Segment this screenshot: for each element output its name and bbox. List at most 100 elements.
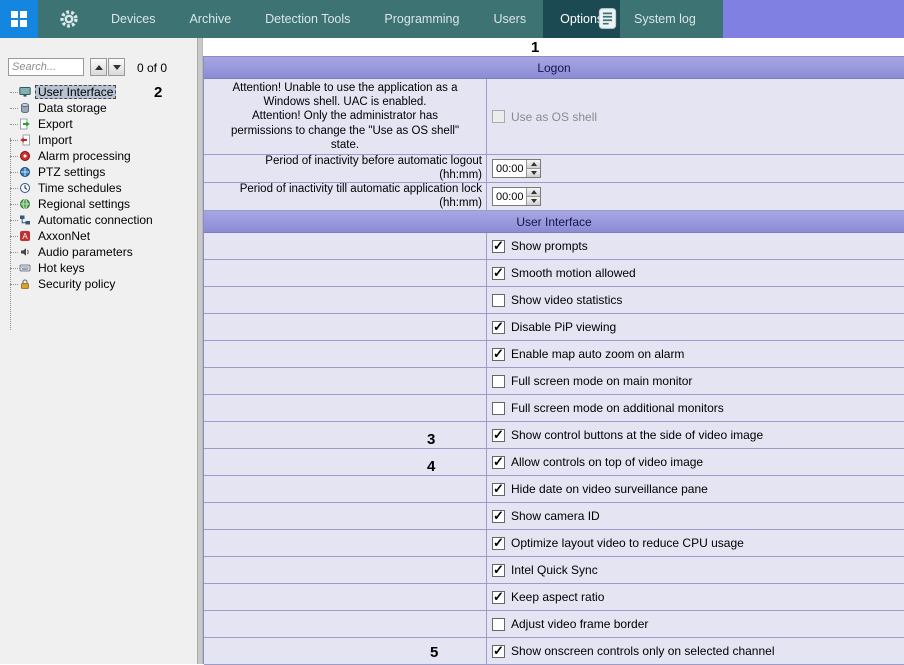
spin-down-icon (531, 199, 537, 203)
sidebar-item-automatic-connection[interactable]: Automatic connection (4, 212, 194, 228)
annotation-callout-1: 1 (531, 39, 539, 56)
keyboard-icon (19, 262, 31, 274)
menu-item-archive[interactable]: Archive (172, 0, 248, 38)
option-row-optimize-layout: Optimize layout video to reduce CPU usag… (204, 530, 904, 557)
axxonnet-icon: A (19, 230, 31, 242)
sidebar-item-label: Automatic connection (35, 213, 156, 227)
auto-logout-value[interactable]: 00:00 (493, 160, 526, 177)
option-checkbox[interactable] (492, 267, 505, 280)
sidebar-item-audio-parameters[interactable]: Audio parameters (4, 244, 194, 260)
auto-logout-spinbox[interactable]: 00:00 (492, 159, 541, 178)
app-launcher-button[interactable] (0, 0, 38, 38)
menu-item-users[interactable]: Users (476, 0, 543, 38)
option-checkbox[interactable] (492, 564, 505, 577)
option-checkbox[interactable] (492, 429, 505, 442)
sidebar-item-label: Data storage (35, 101, 110, 115)
option-label: Smooth motion allowed (511, 266, 636, 280)
option-checkbox[interactable] (492, 348, 505, 361)
topbar-accent-panel (723, 0, 904, 38)
sidebar-item-label: Regional settings (35, 197, 133, 211)
lock-icon (19, 278, 31, 290)
auto-lock-row: Period of inactivity till automatic appl… (204, 183, 904, 211)
option-row-map-auto-zoom: Enable map auto zoom on alarm (204, 341, 904, 368)
auto-logout-label: Period of inactivity before automatic lo… (204, 155, 487, 182)
sidebar-item-label: Export (35, 117, 76, 131)
sidebar-item-data-storage[interactable]: Data storage (4, 100, 194, 116)
option-label: Intel Quick Sync (511, 563, 598, 577)
sidebar-item-security-policy[interactable]: Security policy (4, 276, 194, 292)
option-label: Optimize layout video to reduce CPU usag… (511, 536, 744, 550)
auto-lock-value[interactable]: 00:00 (493, 188, 526, 205)
option-row-video-statistics: Show video statistics (204, 287, 904, 314)
option-label: Show onscreen controls only on selected … (511, 644, 775, 658)
option-label: Show video statistics (511, 293, 622, 307)
os-shell-warning-text: Attention! Unable to use the application… (204, 79, 487, 154)
option-row-disable-pip: Disable PiP viewing (204, 314, 904, 341)
option-row-hide-date: Hide date on video surveillance pane (204, 476, 904, 503)
system-log-button[interactable] (596, 7, 619, 35)
os-shell-row: Attention! Unable to use the application… (204, 79, 904, 155)
option-checkbox[interactable] (492, 375, 505, 388)
system-log-icon (596, 7, 619, 30)
option-checkbox[interactable] (492, 645, 505, 658)
ptz-icon (19, 166, 31, 178)
system-log-label[interactable]: System log (634, 0, 696, 38)
option-label: Full screen mode on main monitor (511, 374, 692, 388)
option-label: Full screen mode on additional monitors (511, 401, 724, 415)
option-checkbox[interactable] (492, 240, 505, 253)
option-checkbox[interactable] (492, 456, 505, 469)
os-shell-checkbox[interactable] (492, 110, 505, 123)
option-label: Adjust video frame border (511, 617, 648, 631)
option-checkbox[interactable] (492, 537, 505, 550)
auto-lock-label: Period of inactivity till automatic appl… (204, 183, 487, 210)
search-prev-button[interactable] (90, 58, 107, 76)
speaker-icon (19, 246, 31, 258)
option-row-onscreen-controls-selected: Show onscreen controls only on selected … (204, 638, 904, 665)
search-next-button[interactable] (108, 58, 125, 76)
option-label: Hide date on video surveillance pane (511, 482, 708, 496)
menu-item-devices[interactable]: Devices (94, 0, 172, 38)
storage-icon (19, 102, 31, 114)
option-checkbox[interactable] (492, 402, 505, 415)
svg-text:A: A (22, 232, 28, 241)
option-row-smooth-motion: Smooth motion allowed (204, 260, 904, 287)
annotation-callout-2: 2 (154, 84, 162, 101)
sidebar-item-alarm-processing[interactable]: Alarm processing (4, 148, 194, 164)
settings-gear-button[interactable] (56, 8, 82, 30)
spinner-buttons[interactable] (526, 160, 540, 177)
user-interface-section-header: User Interface (204, 211, 904, 233)
sidebar-item-label: Import (35, 133, 75, 147)
application-window: Devices Archive Detection Tools Programm… (0, 0, 904, 664)
option-label: Keep aspect ratio (511, 590, 604, 604)
option-checkbox[interactable] (492, 294, 505, 307)
sidebar-item-import[interactable]: Import (4, 132, 194, 148)
menu-item-detection-tools[interactable]: Detection Tools (248, 0, 367, 38)
option-row-show-camera-id: Show camera ID (204, 503, 904, 530)
option-row-adjust-frame-border: Adjust video frame border (204, 611, 904, 638)
gear-icon (58, 8, 80, 30)
sidebar-item-time-schedules[interactable]: Time schedules (4, 180, 194, 196)
option-checkbox[interactable] (492, 483, 505, 496)
sidebar-item-label: AxxonNet (35, 229, 93, 243)
sidebar-item-ptz-settings[interactable]: PTZ settings (4, 164, 194, 180)
menu-item-programming[interactable]: Programming (367, 0, 476, 38)
sidebar-item-export[interactable]: Export (4, 116, 194, 132)
option-checkbox[interactable] (492, 510, 505, 523)
auto-lock-spinbox[interactable]: 00:00 (492, 187, 541, 206)
option-checkbox[interactable] (492, 591, 505, 604)
monitor-icon (19, 86, 31, 98)
option-label: Enable map auto zoom on alarm (511, 347, 684, 361)
sidebar-item-label: PTZ settings (35, 165, 108, 179)
annotation-callout-4: 4 (427, 458, 435, 475)
sidebar-item-user-interface[interactable]: User Interface (4, 84, 194, 100)
spinner-buttons[interactable] (526, 188, 540, 205)
search-input[interactable] (8, 58, 84, 76)
import-icon (19, 134, 31, 146)
option-row-side-control-buttons: Show control buttons at the side of vide… (204, 422, 904, 449)
option-checkbox[interactable] (492, 618, 505, 631)
sidebar-item-axxonnet[interactable]: A AxxonNet (4, 228, 194, 244)
option-label: Disable PiP viewing (511, 320, 616, 334)
option-checkbox[interactable] (492, 321, 505, 334)
sidebar-item-hot-keys[interactable]: Hot keys (4, 260, 194, 276)
sidebar-item-regional-settings[interactable]: Regional settings (4, 196, 194, 212)
